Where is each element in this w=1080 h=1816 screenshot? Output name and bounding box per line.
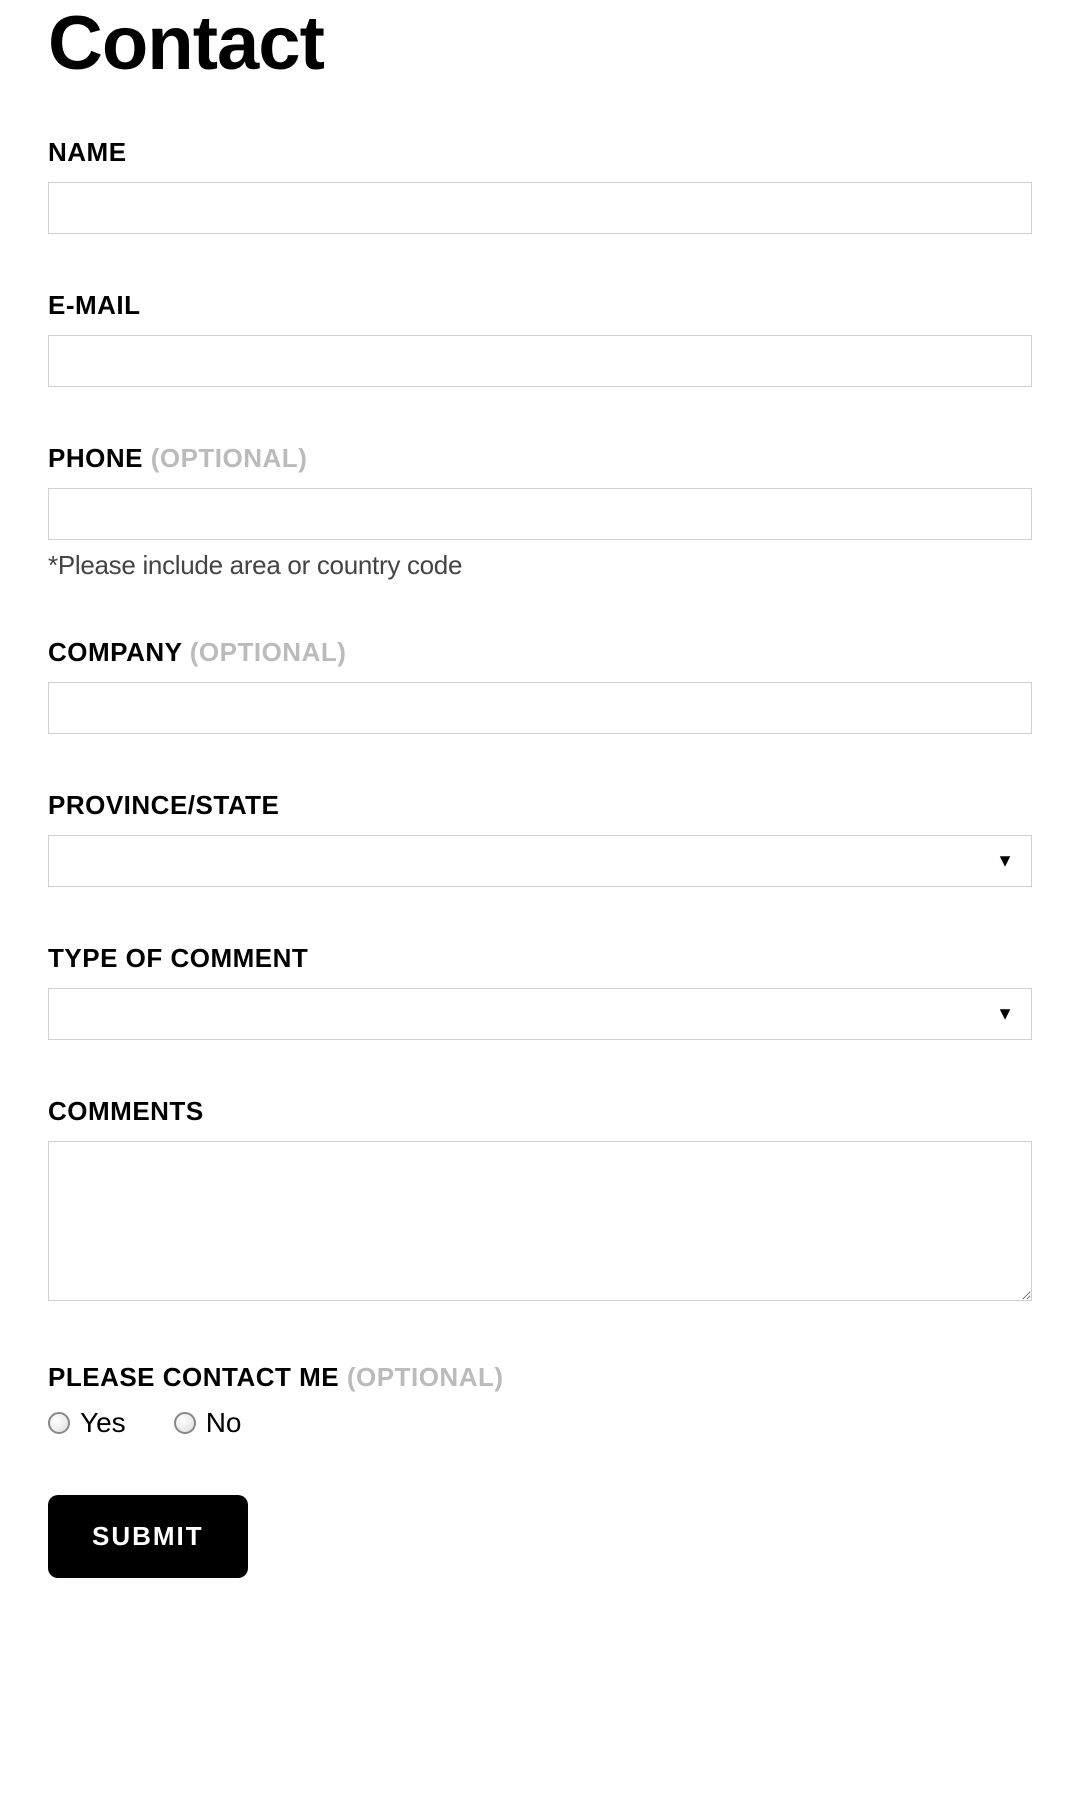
email-input[interactable] (48, 335, 1032, 387)
phone-field-group: PHONE (OPTIONAL) *Please include area or… (48, 443, 1032, 581)
email-label: E-MAIL (48, 290, 1032, 321)
contact-me-label: PLEASE CONTACT ME (OPTIONAL) (48, 1362, 1032, 1393)
contact-me-optional-tag: (OPTIONAL) (347, 1362, 504, 1392)
contact-me-no-label: No (206, 1407, 242, 1439)
contact-me-radio-group: Yes No (48, 1407, 1032, 1439)
company-field-group: COMPANY (OPTIONAL) (48, 637, 1032, 734)
province-label: PROVINCE/STATE (48, 790, 1032, 821)
page-title: Contact (48, 0, 1032, 87)
comment-type-select[interactable] (48, 988, 1032, 1040)
phone-label-text: PHONE (48, 443, 143, 473)
comments-label: COMMENTS (48, 1096, 1032, 1127)
submit-button[interactable]: SUBMIT (48, 1495, 248, 1578)
contact-me-no-item: No (174, 1407, 242, 1439)
name-field-group: NAME (48, 137, 1032, 234)
contact-me-yes-item: Yes (48, 1407, 126, 1439)
email-field-group: E-MAIL (48, 290, 1032, 387)
company-label-text: COMPANY (48, 637, 182, 667)
phone-optional-tag: (OPTIONAL) (151, 443, 308, 473)
phone-label: PHONE (OPTIONAL) (48, 443, 1032, 474)
contact-me-yes-radio[interactable] (48, 1412, 70, 1434)
contact-form-container: Contact NAME E-MAIL PHONE (OPTIONAL) *Pl… (0, 0, 1080, 1626)
name-input[interactable] (48, 182, 1032, 234)
phone-hint: *Please include area or country code (48, 550, 1032, 581)
contact-me-field-group: PLEASE CONTACT ME (OPTIONAL) Yes No (48, 1362, 1032, 1439)
company-optional-tag: (OPTIONAL) (190, 637, 347, 667)
comment-type-label: TYPE OF COMMENT (48, 943, 1032, 974)
province-field-group: PROVINCE/STATE ▼ (48, 790, 1032, 887)
name-label: NAME (48, 137, 1032, 168)
contact-me-label-text: PLEASE CONTACT ME (48, 1362, 339, 1392)
comments-field-group: COMMENTS (48, 1096, 1032, 1306)
contact-me-no-radio[interactable] (174, 1412, 196, 1434)
company-label: COMPANY (OPTIONAL) (48, 637, 1032, 668)
company-input[interactable] (48, 682, 1032, 734)
comment-type-select-wrapper: ▼ (48, 988, 1032, 1040)
comment-type-field-group: TYPE OF COMMENT ▼ (48, 943, 1032, 1040)
comments-textarea[interactable] (48, 1141, 1032, 1301)
phone-input[interactable] (48, 488, 1032, 540)
contact-me-yes-label: Yes (80, 1407, 126, 1439)
province-select-wrapper: ▼ (48, 835, 1032, 887)
province-select[interactable] (48, 835, 1032, 887)
